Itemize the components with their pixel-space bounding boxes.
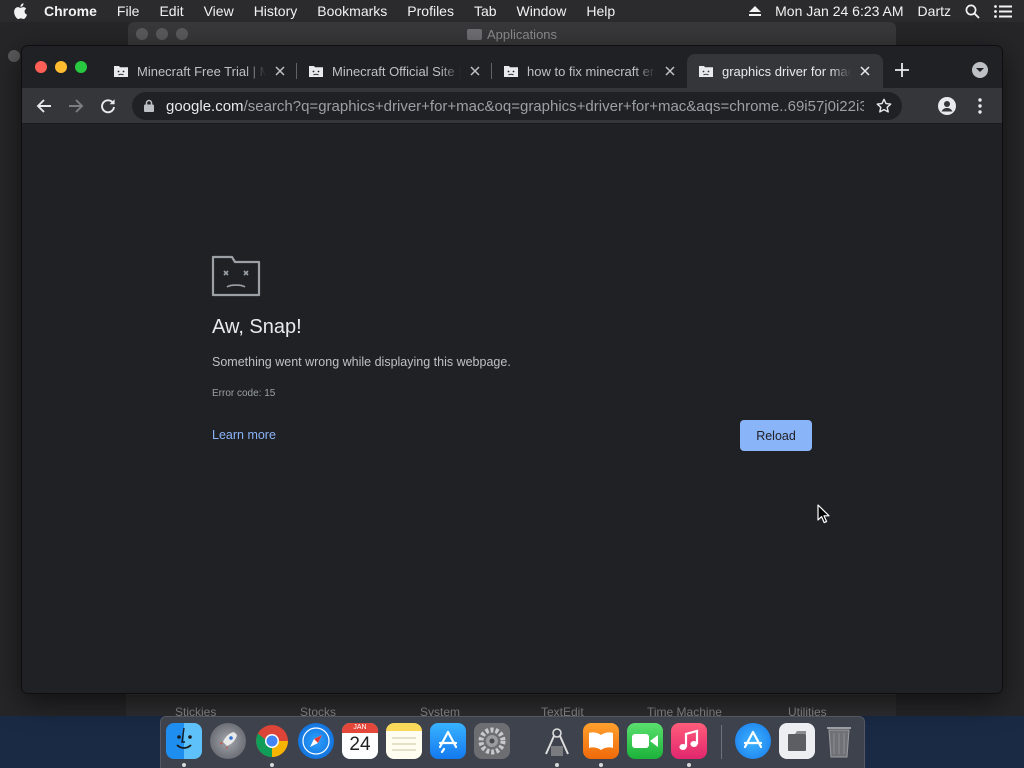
reload-button[interactable]: Reload [740, 420, 812, 451]
running-indicator [687, 763, 691, 767]
calendar-day: 24 [349, 734, 371, 755]
reload-icon[interactable] [98, 96, 118, 116]
notes-icon[interactable] [386, 723, 422, 759]
running-indicator [270, 763, 274, 767]
menu-help[interactable]: Help [576, 0, 625, 22]
more-menu-icon[interactable] [970, 96, 990, 116]
error-message: Something went wrong while displaying th… [212, 355, 511, 369]
menu-history[interactable]: History [244, 0, 308, 22]
menu-app-name[interactable]: Chrome [40, 0, 107, 22]
tab-close-icon[interactable] [857, 63, 873, 79]
new-tab-plus-icon[interactable] [892, 60, 912, 80]
profile-avatar-icon[interactable] [937, 96, 957, 116]
menu-tab[interactable]: Tab [464, 0, 507, 22]
menu-view[interactable]: View [194, 0, 244, 22]
tab-title: graphics driver for mac - Google Search [722, 63, 851, 79]
url-host: google.com [166, 97, 244, 115]
window-minimize-button[interactable] [55, 61, 67, 73]
facetime-camera-icon[interactable] [627, 723, 663, 759]
menu-bookmarks[interactable]: Bookmarks [307, 0, 397, 22]
url-path: /search?q=graphics+driver+for+mac&oq=gra… [243, 97, 864, 115]
tab-title: Minecraft Official Site | Minecraft [332, 63, 461, 79]
tab-minecraft-official-site[interactable]: Minecraft Official Site | Minecraft [297, 54, 493, 88]
learn-more-link[interactable]: Learn more [212, 428, 276, 442]
google-chrome-icon[interactable] [254, 723, 290, 759]
sad-page-favicon-icon [504, 65, 518, 77]
tab-minecraft-free-trial[interactable]: Minecraft Free Trial | Minecraft [102, 54, 298, 88]
window-controls [35, 61, 87, 73]
tab-close-icon[interactable] [272, 63, 288, 79]
menu-window[interactable]: Window [507, 0, 577, 22]
music-note-icon[interactable] [671, 723, 707, 759]
books-icon[interactable] [583, 723, 619, 759]
dock-separator [721, 725, 722, 759]
eject-icon[interactable] [742, 5, 768, 17]
bookmark-star-icon[interactable] [874, 96, 894, 116]
apple-menu-icon[interactable] [0, 3, 40, 19]
control-center-icon[interactable] [987, 4, 1024, 18]
calendar-icon[interactable]: JAN 24 [342, 723, 378, 759]
app-store-folder-icon[interactable] [735, 723, 771, 759]
sad-page-favicon-icon [309, 65, 323, 77]
running-indicator [182, 763, 186, 767]
folder-icon [466, 29, 482, 40]
finder-icon-labels: Stickies Stocks System TextEdit Time Mac… [126, 694, 896, 719]
spotlight-search-icon[interactable] [958, 4, 987, 19]
window-zoom-button[interactable] [75, 61, 87, 73]
finder-icon[interactable] [166, 723, 202, 759]
menu-edit[interactable]: Edit [149, 0, 193, 22]
tab-how-to-fix-minecraft[interactable]: how to fix minecraft error [492, 54, 688, 88]
menu-profiles[interactable]: Profiles [397, 0, 464, 22]
screenshot-utility-icon[interactable] [539, 723, 575, 759]
finder-window-title: Applications [486, 27, 558, 42]
dock: JAN 24 [160, 716, 865, 768]
documents-stack-icon[interactable] [779, 723, 815, 759]
finder-title-bar: Applications [128, 22, 896, 46]
chrome-window: Minecraft Free Trial | Minecraft Minecra… [22, 46, 1002, 693]
menu-file[interactable]: File [107, 0, 150, 22]
running-indicator [599, 763, 603, 767]
error-code: Error code: 15 [212, 388, 276, 399]
tab-graphics-driver-for-mac[interactable]: graphics driver for mac - Google Search [687, 54, 883, 88]
menubar-user[interactable]: Dartz [911, 0, 958, 22]
forward-arrow-icon[interactable] [66, 96, 86, 116]
back-arrow-icon[interactable] [34, 96, 54, 116]
menu-bar: Chrome File Edit View History Bookmarks … [0, 0, 1024, 22]
system-preferences-gear-icon[interactable] [474, 723, 510, 759]
menubar-datetime[interactable]: Mon Jan 24 6:23 AM [768, 0, 910, 22]
lock-icon[interactable] [144, 99, 156, 113]
launchpad-rocket-icon[interactable] [210, 723, 246, 759]
tab-title: Minecraft Free Trial | Minecraft [137, 63, 266, 79]
running-indicator [555, 763, 559, 767]
tab-title: how to fix minecraft error [527, 63, 656, 79]
calendar-month: JAN [342, 723, 378, 733]
sad-page-favicon-icon [699, 65, 713, 77]
error-title: Aw, Snap! [212, 316, 302, 338]
window-close-button[interactable] [35, 61, 47, 73]
address-bar[interactable]: google.com/search?q=graphics+driver+for+… [132, 92, 902, 120]
sad-page-favicon-icon [114, 65, 128, 77]
app-store-icon[interactable] [430, 723, 466, 759]
tab-close-icon[interactable] [467, 63, 483, 79]
mouse-pointer-icon [817, 504, 830, 524]
trash-can-icon[interactable] [821, 723, 857, 759]
tab-strip: Minecraft Free Trial | Minecraft Minecra… [22, 46, 1002, 88]
tab-search-chevron-down-icon[interactable] [972, 62, 988, 78]
page-content: Aw, Snap! Something went wrong while dis… [22, 125, 1002, 693]
tab-close-icon[interactable] [662, 63, 678, 79]
browser-toolbar: google.com/search?q=graphics+driver+for+… [22, 88, 1002, 124]
safari-compass-icon[interactable] [298, 723, 334, 759]
sad-tab-icon [211, 255, 261, 297]
